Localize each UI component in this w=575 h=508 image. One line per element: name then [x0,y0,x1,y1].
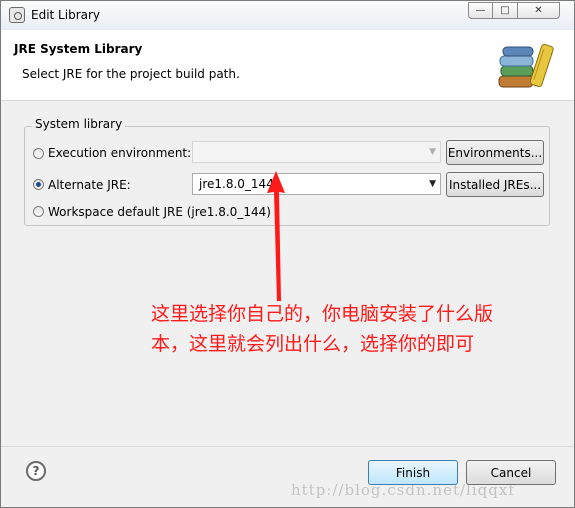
alternate-jre-radio[interactable] [33,179,44,190]
title-bar[interactable]: Edit Library — □ ✕ [1,1,574,30]
dialog-header: JRE System Library Select JRE for the pr… [1,30,574,101]
books-library-icon [498,43,554,88]
minimize-button[interactable]: — [468,2,493,19]
annotation-text: 这里选择你自己的，你电脑安装了什么版 本，这里就会列出什么，选择你的即可 [151,299,551,359]
annotation-arrow [267,171,285,301]
workspace-default-label: Workspace default JRE (jre1.8.0_144) [48,205,271,219]
installed-jres-button[interactable]: Installed JREs... [446,172,544,197]
footer-divider [1,446,574,447]
header-description: Select JRE for the project build path. [22,67,240,81]
window-title: Edit Library [31,8,101,22]
environments-button[interactable]: Environments... [446,140,544,165]
alternate-jre-label: Alternate JRE: [48,178,131,192]
workspace-default-radio[interactable] [33,206,44,217]
annotation-line-1: 这里选择你自己的，你电脑安装了什么版 [151,303,494,325]
close-button[interactable]: ✕ [517,2,560,19]
header-title: JRE System Library [14,42,143,56]
help-icon[interactable]: ? [26,461,46,481]
edit-library-dialog: Edit Library — □ ✕ JRE System Library Se… [0,0,575,508]
watermark: http://blog.csdn.net/liqqxf [291,481,515,499]
maximize-button[interactable]: □ [492,2,518,19]
execution-environment-select[interactable]: ▼ [192,141,441,163]
execution-environment-label: Execution environment: [48,146,192,160]
window-icon [9,7,25,23]
alternate-jre-select[interactable]: jre1.8.0_144 ▼ [192,173,441,195]
chevron-down-icon: ▼ [429,179,436,189]
group-label: System library [32,117,126,131]
chevron-down-icon: ▼ [429,147,436,157]
annotation-line-2: 本，这里就会列出什么，选择你的即可 [151,333,475,355]
execution-environment-radio[interactable] [33,148,44,159]
